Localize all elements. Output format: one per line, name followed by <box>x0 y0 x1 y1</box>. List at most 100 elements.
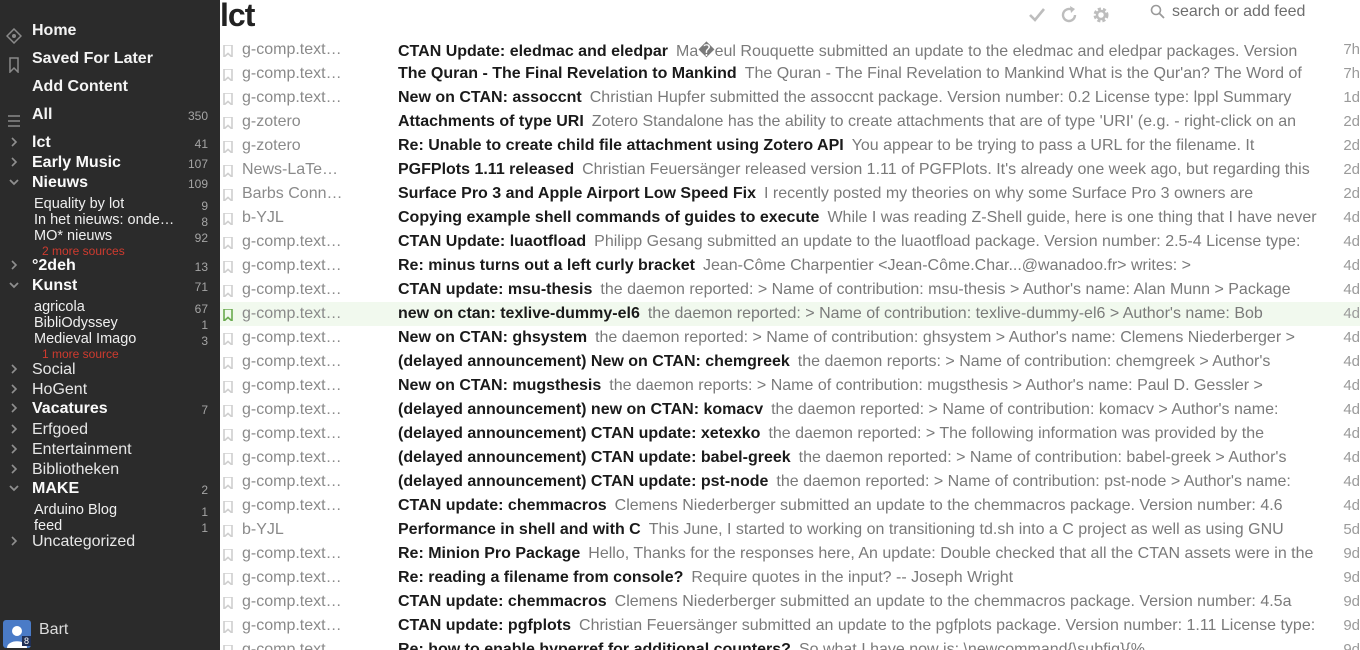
entry-row[interactable]: g-comp.text… (delayed announcement) New o… <box>220 350 1360 374</box>
bookmark-icon[interactable] <box>223 620 233 635</box>
bookmark-icon[interactable] <box>223 68 233 83</box>
folder-item[interactable]: HoGent <box>0 381 220 401</box>
entry-row[interactable]: g-zotero Attachments of type URI Zotero St… <box>220 110 1360 134</box>
chevron-down-icon[interactable] <box>8 277 20 295</box>
bookmark-icon[interactable] <box>223 260 233 275</box>
entry-row[interactable]: b-YJL Copying example shell commands of g… <box>220 206 1360 230</box>
unread-count: 1 <box>201 505 208 519</box>
bookmark-icon[interactable] <box>223 332 233 347</box>
folder-item[interactable]: Nieuws 109 <box>0 174 220 194</box>
nav-all[interactable]: All 350 <box>0 106 220 126</box>
folder-item[interactable]: Social <box>0 361 220 381</box>
bookmark-icon[interactable] <box>223 308 233 323</box>
entry-row[interactable]: g-comp.text… CTAN Update: eledmac and ele… <box>220 38 1360 62</box>
nav-saved-for-later[interactable]: Saved For Later <box>32 50 153 68</box>
chevron-right-icon[interactable] <box>8 461 20 479</box>
user-profile[interactable]: 8 Bart <box>0 618 220 650</box>
entry-age: 9d <box>1343 641 1360 650</box>
bookmark-icon[interactable] <box>223 236 233 251</box>
entry-row[interactable]: g-comp.text… New on CTAN: assoccnt Christi… <box>220 86 1360 110</box>
chevron-right-icon[interactable] <box>8 381 20 399</box>
entry-source: g-zotero <box>242 137 301 154</box>
entry-row[interactable]: g-comp.text… new on ctan: texlive-dummy-e… <box>220 302 1360 326</box>
entry-row[interactable]: g-zotero Re: Unable to create child file … <box>220 134 1360 158</box>
chevron-right-icon[interactable] <box>8 421 20 439</box>
entry-row[interactable]: g-comp.text… CTAN update: chemmacros Cleme… <box>220 494 1360 518</box>
entry-row[interactable]: g-comp.text… New on CTAN: ghsystem the dae… <box>220 326 1360 350</box>
bookmark-icon[interactable] <box>223 284 233 299</box>
entry-summary: Christian Feuersänger submitted an updat… <box>579 617 1316 634</box>
chevron-down-icon[interactable] <box>8 174 20 192</box>
bookmark-icon[interactable] <box>223 548 233 563</box>
settings-button[interactable] <box>1090 4 1112 26</box>
bookmark-icon[interactable] <box>223 644 233 650</box>
entry-row[interactable]: Barbs Conn… Surface Pro 3 and Apple Airpo… <box>220 182 1360 206</box>
folder-item[interactable]: Erfgoed <box>0 421 220 441</box>
entry-row[interactable]: g-comp.text… (delayed announcement) CTAN … <box>220 422 1360 446</box>
entry-row[interactable]: g-comp.text… (delayed announcement) CTAN … <box>220 470 1360 494</box>
chevron-right-icon[interactable] <box>8 257 20 275</box>
chevron-right-icon[interactable] <box>8 134 20 152</box>
bookmark-icon[interactable] <box>223 452 233 467</box>
chevron-right-icon[interactable] <box>8 533 20 551</box>
nav-add-content[interactable]: Add Content <box>32 78 128 96</box>
entry-row[interactable]: g-comp.text… (delayed announcement) CTAN … <box>220 446 1360 470</box>
more-sources-link[interactable]: 1 more source <box>42 347 119 361</box>
entry-row[interactable]: g-comp.text… CTAN update: pgfplots Christi… <box>220 614 1360 638</box>
entry-row[interactable]: g-comp.text… CTAN Update: luaotfload Phili… <box>220 230 1360 254</box>
folder-item[interactable]: Kunst 71 <box>0 277 220 297</box>
entry-summary: the daemon reported: > Name of contribut… <box>595 329 1295 346</box>
bookmark-icon[interactable] <box>223 476 233 491</box>
folder-item[interactable]: Entertainment <box>0 441 220 461</box>
sidebar: Home Saved For Later Add Content All 350… <box>0 0 220 650</box>
bookmark-icon[interactable] <box>223 404 233 419</box>
folder-item[interactable]: lct 41 <box>0 134 220 154</box>
entry-row[interactable]: News-LaTe… PGFPlots 1.11 released Christia… <box>220 158 1360 182</box>
entry-title: CTAN update: chemmacros <box>398 497 607 514</box>
bookmark-icon[interactable] <box>223 500 233 515</box>
chevron-right-icon[interactable] <box>8 361 20 379</box>
bookmark-icon[interactable] <box>223 140 233 155</box>
bookmark-icon[interactable] <box>223 356 233 371</box>
entry-text: Re: Unable to create child file attachme… <box>398 137 1318 155</box>
entry-row[interactable]: g-comp.text… The Quran - The Final Revela… <box>220 62 1360 86</box>
entry-row[interactable]: g-comp.text… CTAN update: msu-thesis the d… <box>220 278 1360 302</box>
refresh-button[interactable] <box>1058 4 1080 26</box>
bookmark-icon[interactable] <box>223 44 233 59</box>
bookmark-icon[interactable] <box>223 524 233 539</box>
nav-home[interactable]: Home <box>32 22 76 40</box>
bookmark-icon[interactable] <box>223 92 233 107</box>
more-sources-link[interactable]: 2 more sources <box>42 244 125 258</box>
entry-row[interactable]: g-comp.text… Re: minus turns out a left c… <box>220 254 1360 278</box>
chevron-right-icon[interactable] <box>8 441 20 459</box>
entry-row[interactable]: g-comp.text… CTAN update: chemmacros Cleme… <box>220 590 1360 614</box>
bookmark-icon[interactable] <box>223 572 233 587</box>
bookmark-icon[interactable] <box>223 164 233 179</box>
chevron-down-icon[interactable] <box>8 480 20 498</box>
entry-row[interactable]: g-comp.text… New on CTAN: mugsthesis the d… <box>220 374 1360 398</box>
entry-row[interactable]: g-comp.text… Re: Minion Pro Package Hello,… <box>220 542 1360 566</box>
mark-as-read-button[interactable] <box>1026 4 1048 26</box>
bookmark-icon[interactable] <box>223 596 233 611</box>
entry-row[interactable]: b-YJL Performance in shell and with C This… <box>220 518 1360 542</box>
chevron-right-icon[interactable] <box>8 154 20 172</box>
entry-row[interactable]: g-comp.text… Re: reading a filename from … <box>220 566 1360 590</box>
bookmark-icon[interactable] <box>223 212 233 227</box>
folder-item[interactable]: Uncategorized <box>0 533 220 553</box>
bookmark-icon[interactable] <box>223 428 233 443</box>
chevron-right-icon[interactable] <box>8 400 20 418</box>
bookmark-icon[interactable] <box>223 116 233 131</box>
entry-row[interactable]: g-comp.text… Re: how to enable hyperref f… <box>220 638 1360 650</box>
folder-item[interactable]: Bibliotheken <box>0 461 220 481</box>
folder-item[interactable]: MAKE 2 <box>0 480 220 500</box>
entry-row[interactable]: g-comp.text… (delayed announcement) new o… <box>220 398 1360 422</box>
bookmark-icon[interactable] <box>223 380 233 395</box>
bookmark-icon[interactable] <box>223 188 233 203</box>
search-input[interactable] <box>1172 3 1348 21</box>
entry-title: Attachments of type URI <box>398 113 584 130</box>
folder-item[interactable]: Early Music 107 <box>0 154 220 174</box>
folder-item[interactable]: °2deh 13 <box>0 257 220 277</box>
folder-item[interactable]: Vacatures 7 <box>0 400 220 420</box>
entry-age: 4d <box>1343 497 1360 514</box>
search-box[interactable] <box>1146 0 1350 30</box>
